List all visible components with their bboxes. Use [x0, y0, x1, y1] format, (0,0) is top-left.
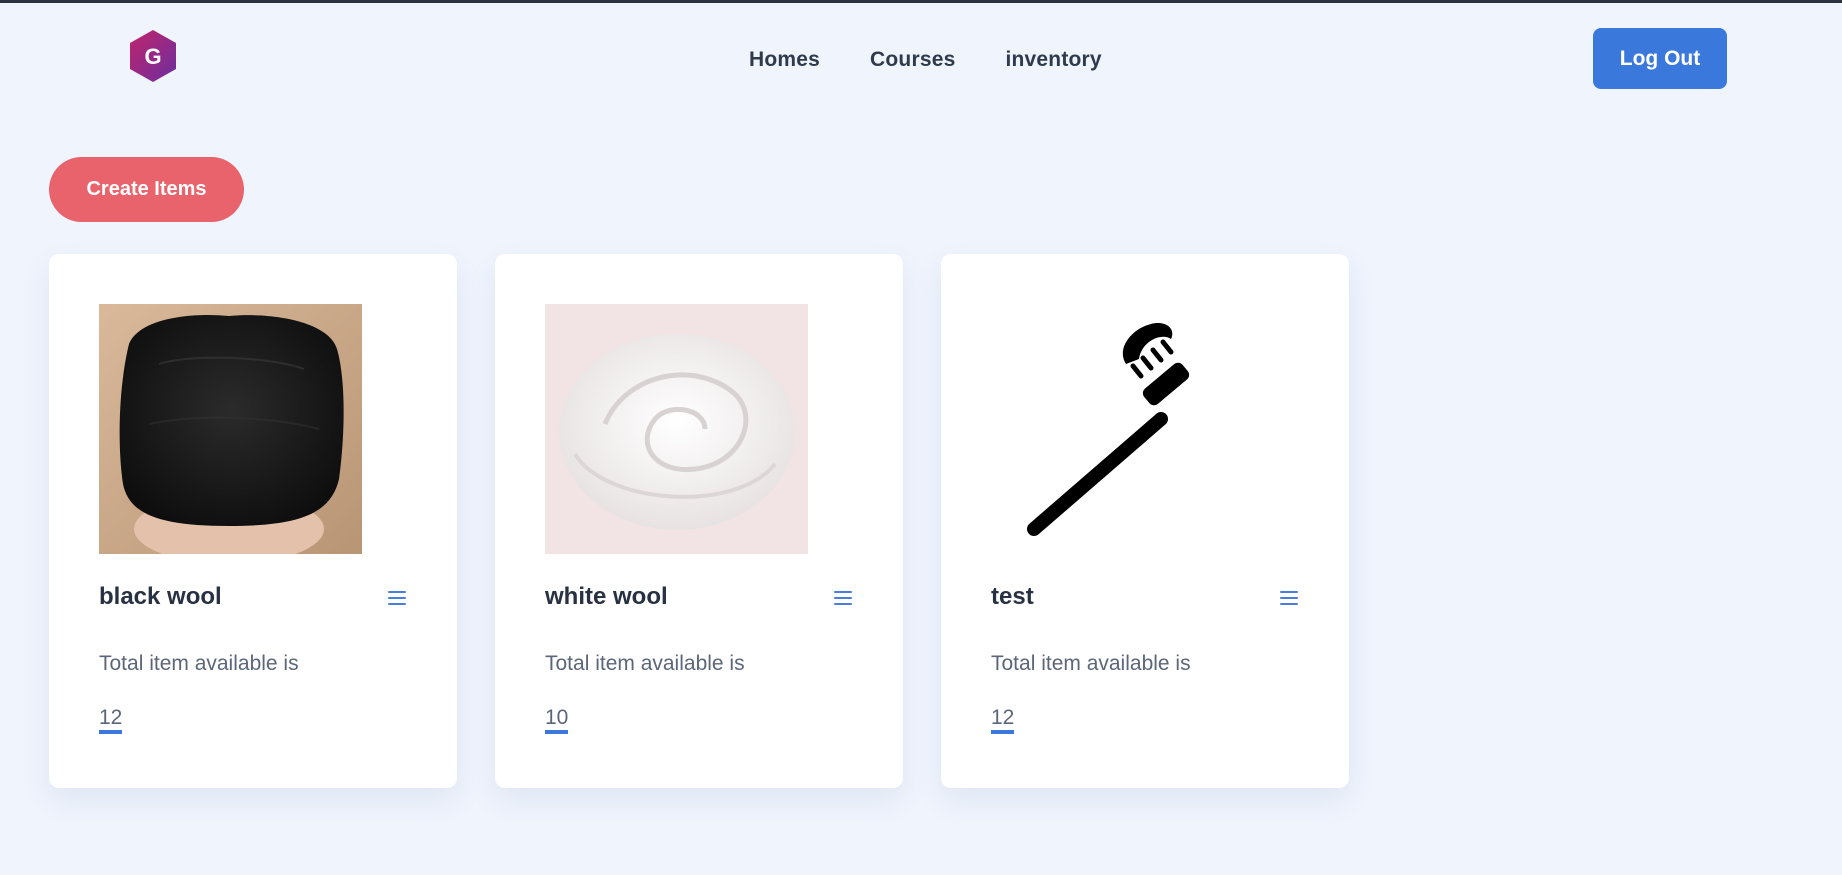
- item-description: Total item available is: [99, 652, 299, 675]
- item-description: Total item available is: [991, 652, 1191, 675]
- nav-courses[interactable]: Courses: [870, 48, 955, 72]
- toothbrush-icon: [991, 304, 1254, 554]
- item-count: 12: [991, 706, 1015, 734]
- menu-icon[interactable]: [388, 591, 406, 605]
- item-title: white wool: [545, 583, 668, 610]
- menu-icon[interactable]: [834, 591, 852, 605]
- item-card: test Total item available is 12: [941, 254, 1349, 788]
- black-wool-image: [99, 304, 362, 554]
- item-title: black wool: [99, 583, 222, 610]
- header: G Homes Courses inventory Log Out: [0, 3, 1842, 113]
- items-grid: black wool Total item available is 12 wh…: [49, 254, 1349, 788]
- nav-homes[interactable]: Homes: [749, 48, 820, 72]
- item-card: black wool Total item available is 12: [49, 254, 457, 788]
- item-title: test: [991, 583, 1034, 610]
- item-description: Total item available is: [545, 652, 745, 675]
- item-count: 12: [99, 706, 123, 734]
- create-items-button[interactable]: Create Items: [49, 157, 244, 222]
- main-nav: Homes Courses inventory: [749, 48, 1102, 72]
- logout-button[interactable]: Log Out: [1593, 28, 1727, 89]
- item-count: 10: [545, 706, 569, 734]
- menu-icon[interactable]: [1280, 591, 1298, 605]
- white-wool-image: [545, 304, 808, 554]
- logo-icon[interactable]: G: [127, 28, 179, 84]
- nav-inventory[interactable]: inventory: [1005, 48, 1101, 72]
- item-card: white wool Total item available is 10: [495, 254, 903, 788]
- logo-letter: G: [144, 44, 161, 69]
